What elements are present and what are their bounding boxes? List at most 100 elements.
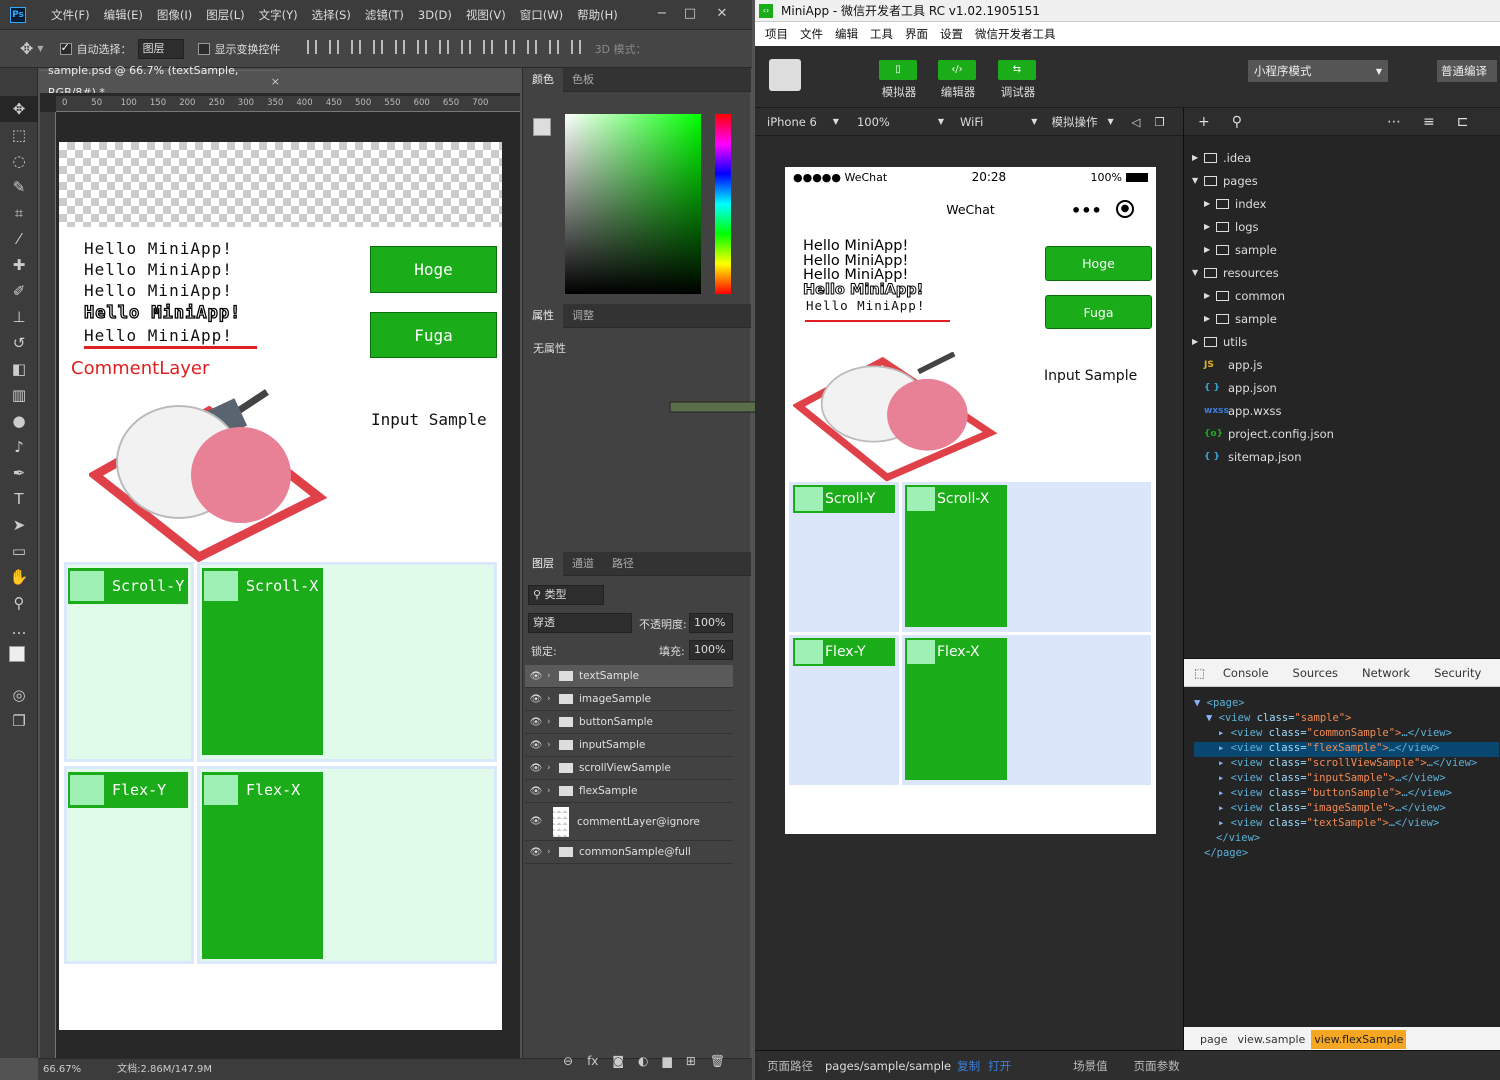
healing-tool-icon[interactable]: ✚ <box>0 252 38 278</box>
dom-page-open[interactable]: ▼ <page> <box>1194 697 1499 712</box>
chevron-down-icon[interactable]: ▼ <box>37 44 43 53</box>
zoom-tool-icon[interactable]: ⚲ <box>0 590 38 616</box>
mode-select[interactable]: 小程序模式 ▼ <box>1248 60 1388 82</box>
lasso-tool-icon[interactable]: ◌ <box>0 148 38 174</box>
avatar[interactable] <box>769 59 801 91</box>
zoom-select[interactable]: 100% <box>857 115 890 129</box>
wx-menu-item[interactable]: 微信开发者工具 <box>969 26 1062 42</box>
file-tree-item[interactable]: wxss app.wxss <box>1192 399 1492 422</box>
chevron-down-icon[interactable]: ▼ <box>1031 117 1037 126</box>
move-tool-icon[interactable]: ✥ <box>0 96 38 122</box>
file-tree-item[interactable]: ▶ sample <box>1192 238 1492 261</box>
ps-menu-help[interactable]: 帮助(H) <box>570 0 625 30</box>
crumb-view-sample[interactable]: view.sample <box>1237 1033 1305 1046</box>
crumb-page[interactable]: page <box>1200 1033 1227 1046</box>
hue-slider[interactable] <box>715 114 731 294</box>
dom-node[interactable]: ▸ <view class="flexSample">…</view> <box>1194 742 1499 757</box>
eye-icon[interactable]: 👁 <box>525 847 547 858</box>
file-tree-item[interactable]: ▶ logs <box>1192 215 1492 238</box>
tab-layers[interactable]: 图层 <box>523 551 563 576</box>
chevron-down-icon[interactable]: ▼ <box>1192 268 1204 277</box>
ps-menu-layer[interactable]: 图层(L) <box>199 0 251 30</box>
more-tools-icon[interactable]: … <box>0 616 38 642</box>
layer-row[interactable]: 👁 › inputSample <box>525 734 733 757</box>
wx-menu-item[interactable]: 编辑 <box>829 26 864 42</box>
scene-label[interactable]: 场景值 <box>1073 1058 1108 1074</box>
compile-select[interactable]: 普通编译 <box>1437 60 1497 82</box>
trash-icon[interactable]: 🗑 <box>710 1054 725 1068</box>
fuga-button[interactable]: Fuga <box>1045 295 1152 329</box>
dom-node[interactable]: ▸ <view class="textSample">…</view> <box>1194 817 1499 832</box>
eye-icon[interactable]: 👁 <box>525 671 547 682</box>
foreground-color-swatch[interactable] <box>533 118 551 136</box>
wx-menu-item[interactable]: 工具 <box>864 26 899 42</box>
new-layer-icon[interactable]: ⊞ <box>686 1054 696 1068</box>
crumb-view-flexsample[interactable]: view.flexSample <box>1311 1029 1407 1049</box>
color-swatches-icon[interactable] <box>0 642 38 682</box>
color-field[interactable] <box>565 114 701 294</box>
eye-icon[interactable]: 👁 <box>525 816 547 827</box>
hoge-button[interactable]: Hoge <box>370 246 497 293</box>
phone-screen[interactable]: ●●●●● WeChat 20:28 100% WeChat ••• ● Hel… <box>785 167 1156 834</box>
chevron-right-icon[interactable]: › <box>547 740 555 750</box>
inspect-icon[interactable]: ⬚ <box>1184 659 1211 687</box>
screen-mode-icon[interactable]: ❐ <box>0 708 38 734</box>
tab-adjustments[interactable]: 调整 <box>563 304 603 328</box>
quick-select-tool-icon[interactable]: ✎ <box>0 174 38 200</box>
chevron-right-icon[interactable]: ▶ <box>1204 291 1216 300</box>
more-icon[interactable]: ••• <box>1071 201 1102 220</box>
history-brush-tool-icon[interactable]: ↺ <box>0 330 38 356</box>
wx-menu-item[interactable]: 设置 <box>934 26 969 42</box>
ps-menu-view[interactable]: 视图(V) <box>459 0 513 30</box>
eye-icon[interactable]: 👁 <box>525 786 547 797</box>
path-select-tool-icon[interactable]: ➤ <box>0 512 38 538</box>
eye-icon[interactable]: 👁 <box>525 717 547 728</box>
file-tree-item[interactable]: JS app.js <box>1192 353 1492 376</box>
editor-toggle[interactable]: ‹/› 编辑器 <box>938 60 978 100</box>
ps-menu-type[interactable]: 文字(Y) <box>252 0 305 30</box>
device-select[interactable]: iPhone 6 <box>767 115 817 129</box>
file-tree-item[interactable]: {o} project.config.json <box>1192 422 1492 445</box>
type-tool-icon[interactable]: T <box>0 486 38 512</box>
blur-tool-icon[interactable]: ● <box>0 408 38 434</box>
dom-node[interactable]: ▸ <view class="buttonSample">…</view> <box>1194 787 1499 802</box>
marquee-tool-icon[interactable]: ⬚ <box>0 122 38 148</box>
chevron-down-icon[interactable]: ▼ <box>1107 117 1113 126</box>
dom-node[interactable]: ▸ <view class="inputSample">…</view> <box>1194 772 1499 787</box>
document-tab[interactable]: sample.psd @ 66.7% (textSample, RGB/8#) … <box>40 64 280 99</box>
more-icon[interactable]: ⋯ <box>1387 114 1401 130</box>
chevron-right-icon[interactable]: ▶ <box>1192 153 1204 162</box>
gradient-tool-icon[interactable]: ▥ <box>0 382 38 408</box>
close-tab-icon[interactable]: × <box>263 71 280 93</box>
chevron-right-icon[interactable]: ▶ <box>1204 199 1216 208</box>
open-link[interactable]: 打开 <box>988 1058 1011 1074</box>
adjustment-icon[interactable]: ◐ <box>638 1054 648 1068</box>
maximize-icon[interactable]: □ <box>680 4 700 24</box>
dom-node[interactable]: ▸ <view class="commonSample">…</view> <box>1194 727 1499 742</box>
tab-sources[interactable]: Sources <box>1281 659 1351 687</box>
dom-view-sample[interactable]: ▼ <view class="sample"> <box>1194 712 1499 727</box>
chevron-down-icon[interactable]: ▼ <box>1192 176 1204 185</box>
tab-security[interactable]: Security <box>1422 659 1493 687</box>
tab-network[interactable]: Network <box>1350 659 1422 687</box>
rectangle-tool-icon[interactable]: ▭ <box>0 538 38 564</box>
layer-row[interactable]: 👁 › textSample <box>525 665 733 688</box>
blend-mode-select[interactable]: 穿透 <box>528 613 632 633</box>
collapse-icon[interactable]: ≡ <box>1423 114 1435 130</box>
eye-icon[interactable]: 👁 <box>525 763 547 774</box>
wx-menu-item[interactable]: 项目 <box>759 26 794 42</box>
simulator-toggle[interactable]: ▯ 模拟器 <box>879 60 919 100</box>
layer-row[interactable]: 👁 › commonSample@full <box>525 841 733 864</box>
ps-menu-file[interactable]: 文件(F) <box>44 0 97 30</box>
ps-canvas[interactable]: Hello MiniApp! Hello MiniApp! Hello Mini… <box>59 142 502 1030</box>
file-tree-item[interactable]: ▶ sample <box>1192 307 1492 330</box>
auto-select-target-select[interactable]: 图层 <box>137 38 184 59</box>
auto-select-checkbox[interactable] <box>59 41 72 55</box>
volume-icon[interactable]: ◁ <box>1132 115 1141 129</box>
chevron-right-icon[interactable]: › <box>547 694 555 704</box>
ps-menu-edit[interactable]: 编辑(E) <box>97 0 150 30</box>
split-icon[interactable]: ⊏ <box>1457 114 1469 130</box>
fx-icon[interactable]: fx <box>587 1054 598 1068</box>
file-tree-item[interactable]: ▶ index <box>1192 192 1492 215</box>
tab-color[interactable]: 颜色 <box>523 67 563 92</box>
